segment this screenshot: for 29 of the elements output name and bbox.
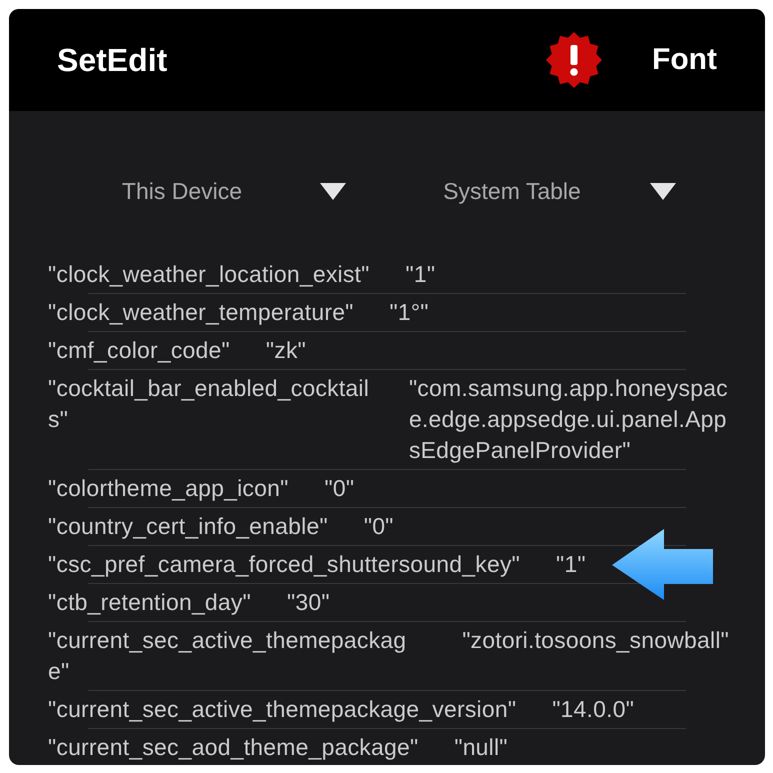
setting-key[interactable]: "ctb_retention_day"	[48, 587, 251, 618]
dropdown[interactable]: System Table	[384, 171, 680, 211]
setting-value[interactable]: "zotori.tosoons_snowball"	[462, 625, 729, 656]
setting-value[interactable]: "zk"	[266, 335, 306, 366]
dropdown[interactable]: This Device	[54, 171, 350, 211]
setting-key[interactable]: "current_sec_aod_theme_package"	[48, 732, 418, 763]
setting-value[interactable]: "1"	[406, 259, 436, 290]
setting-value[interactable]: "14.0.0"	[552, 694, 634, 725]
setting-key[interactable]: "cmf_color_code"	[48, 335, 230, 366]
setting-value[interactable]: "0"	[364, 511, 394, 542]
setting-value[interactable]: "com.samsung.app.honeyspace.edge.appsedge.ui.panel.AppsEdgePanelProvider"	[408, 373, 729, 466]
setting-value[interactable]: "1"	[556, 549, 586, 580]
setting-key[interactable]: "colortheme_app_icon"	[48, 473, 288, 504]
warning-icon[interactable]	[546, 32, 602, 88]
setting-key[interactable]: "current_sec_active_themepackage_version"	[48, 694, 516, 725]
setting-key[interactable]: "clock_weather_location_exist"	[48, 259, 370, 290]
setting-key[interactable]: "country_cert_info_enable"	[48, 511, 328, 542]
setting-key[interactable]: "cocktail_bar_enabled_cocktails"	[48, 373, 373, 435]
setting-value[interactable]: "30"	[286, 587, 330, 618]
setting-key[interactable]: "clock_weather_temperature"	[48, 297, 354, 328]
caret-icon	[320, 182, 346, 200]
font-button[interactable]: Font	[652, 39, 717, 81]
app-title: SetEdit	[57, 42, 168, 78]
caret-icon	[650, 182, 676, 200]
setting-key[interactable]: "current_sec_active_themepackage"	[48, 625, 426, 687]
setting-value[interactable]: "null"	[454, 732, 508, 763]
setting-value[interactable]: "1°"	[390, 297, 429, 328]
setting-value[interactable]: "0"	[324, 473, 354, 504]
setting-key[interactable]: "csc_pref_camera_forced_shuttersound_key"	[48, 549, 520, 580]
